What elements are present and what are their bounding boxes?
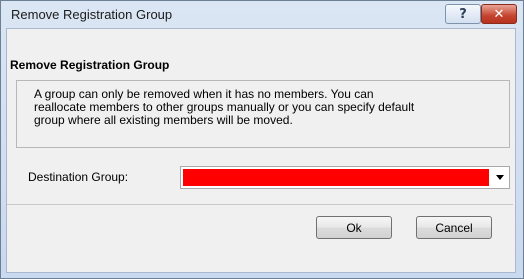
window-title: Remove Registration Group — [11, 7, 173, 22]
info-text: A group can only be removed when it has … — [34, 88, 504, 127]
chevron-down-icon[interactable] — [496, 175, 504, 180]
help-icon: ? — [459, 6, 467, 22]
close-button[interactable]: ✕ — [481, 4, 517, 24]
cancel-button[interactable]: Cancel — [416, 216, 492, 239]
destination-group-value — [183, 169, 489, 186]
info-line-3: group where all existing members will be… — [34, 113, 293, 127]
ok-button[interactable]: Ok — [316, 216, 392, 239]
close-icon: ✕ — [493, 6, 505, 22]
help-button[interactable]: ? — [445, 4, 481, 24]
title-bar[interactable]: Remove Registration Group ? ✕ — [1, 1, 523, 29]
info-box: A group can only be removed when it has … — [16, 80, 510, 148]
section-title: Remove Registration Group — [10, 58, 170, 72]
destination-group-label: Destination Group: — [28, 170, 129, 184]
separator — [7, 204, 513, 205]
destination-group-select[interactable] — [180, 166, 510, 189]
